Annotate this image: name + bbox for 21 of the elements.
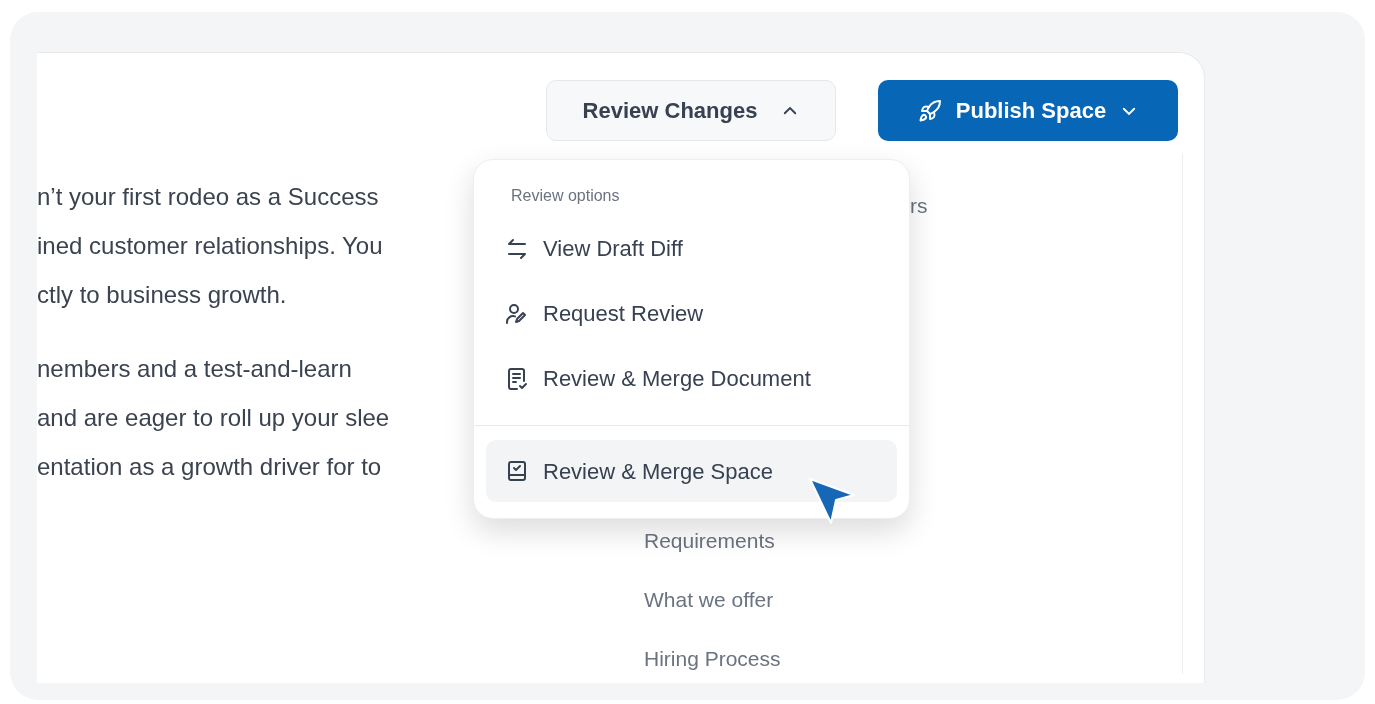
user-pen-icon (505, 301, 529, 326)
outline-item[interactable]: What we offer (644, 585, 774, 615)
body-text-line: nembers and a test-and-learn (37, 354, 352, 384)
menu-item[interactable]: Review & Merge Space (486, 440, 897, 502)
outline-item[interactable]: Hiring Process (644, 644, 781, 674)
document-check-icon (505, 366, 529, 391)
rocket-icon (917, 98, 942, 123)
body-text-line: n’t your first rodeo as a Success (37, 182, 379, 212)
body-text-line: entation as a growth driver for to (37, 452, 382, 482)
outline-item[interactable]: Requirements (644, 526, 775, 556)
body-text-line: ctly to business growth. (37, 280, 287, 310)
menu-item[interactable]: Request Review (486, 281, 897, 346)
body-text-line: and are eager to roll up your slee (37, 403, 390, 433)
book-check-icon (505, 459, 529, 483)
menu-heading: Review options (510, 186, 620, 206)
review-changes-button[interactable]: Review Changes (546, 80, 836, 141)
publish-space-button[interactable]: Publish Space (878, 80, 1178, 141)
outline-item[interactable]: rs (910, 191, 928, 221)
body-text-line: ined customer relationships. You (37, 231, 383, 261)
menu-item[interactable]: View Draft Diff (486, 216, 897, 281)
menu-item[interactable]: Review & Merge Document (486, 346, 897, 411)
